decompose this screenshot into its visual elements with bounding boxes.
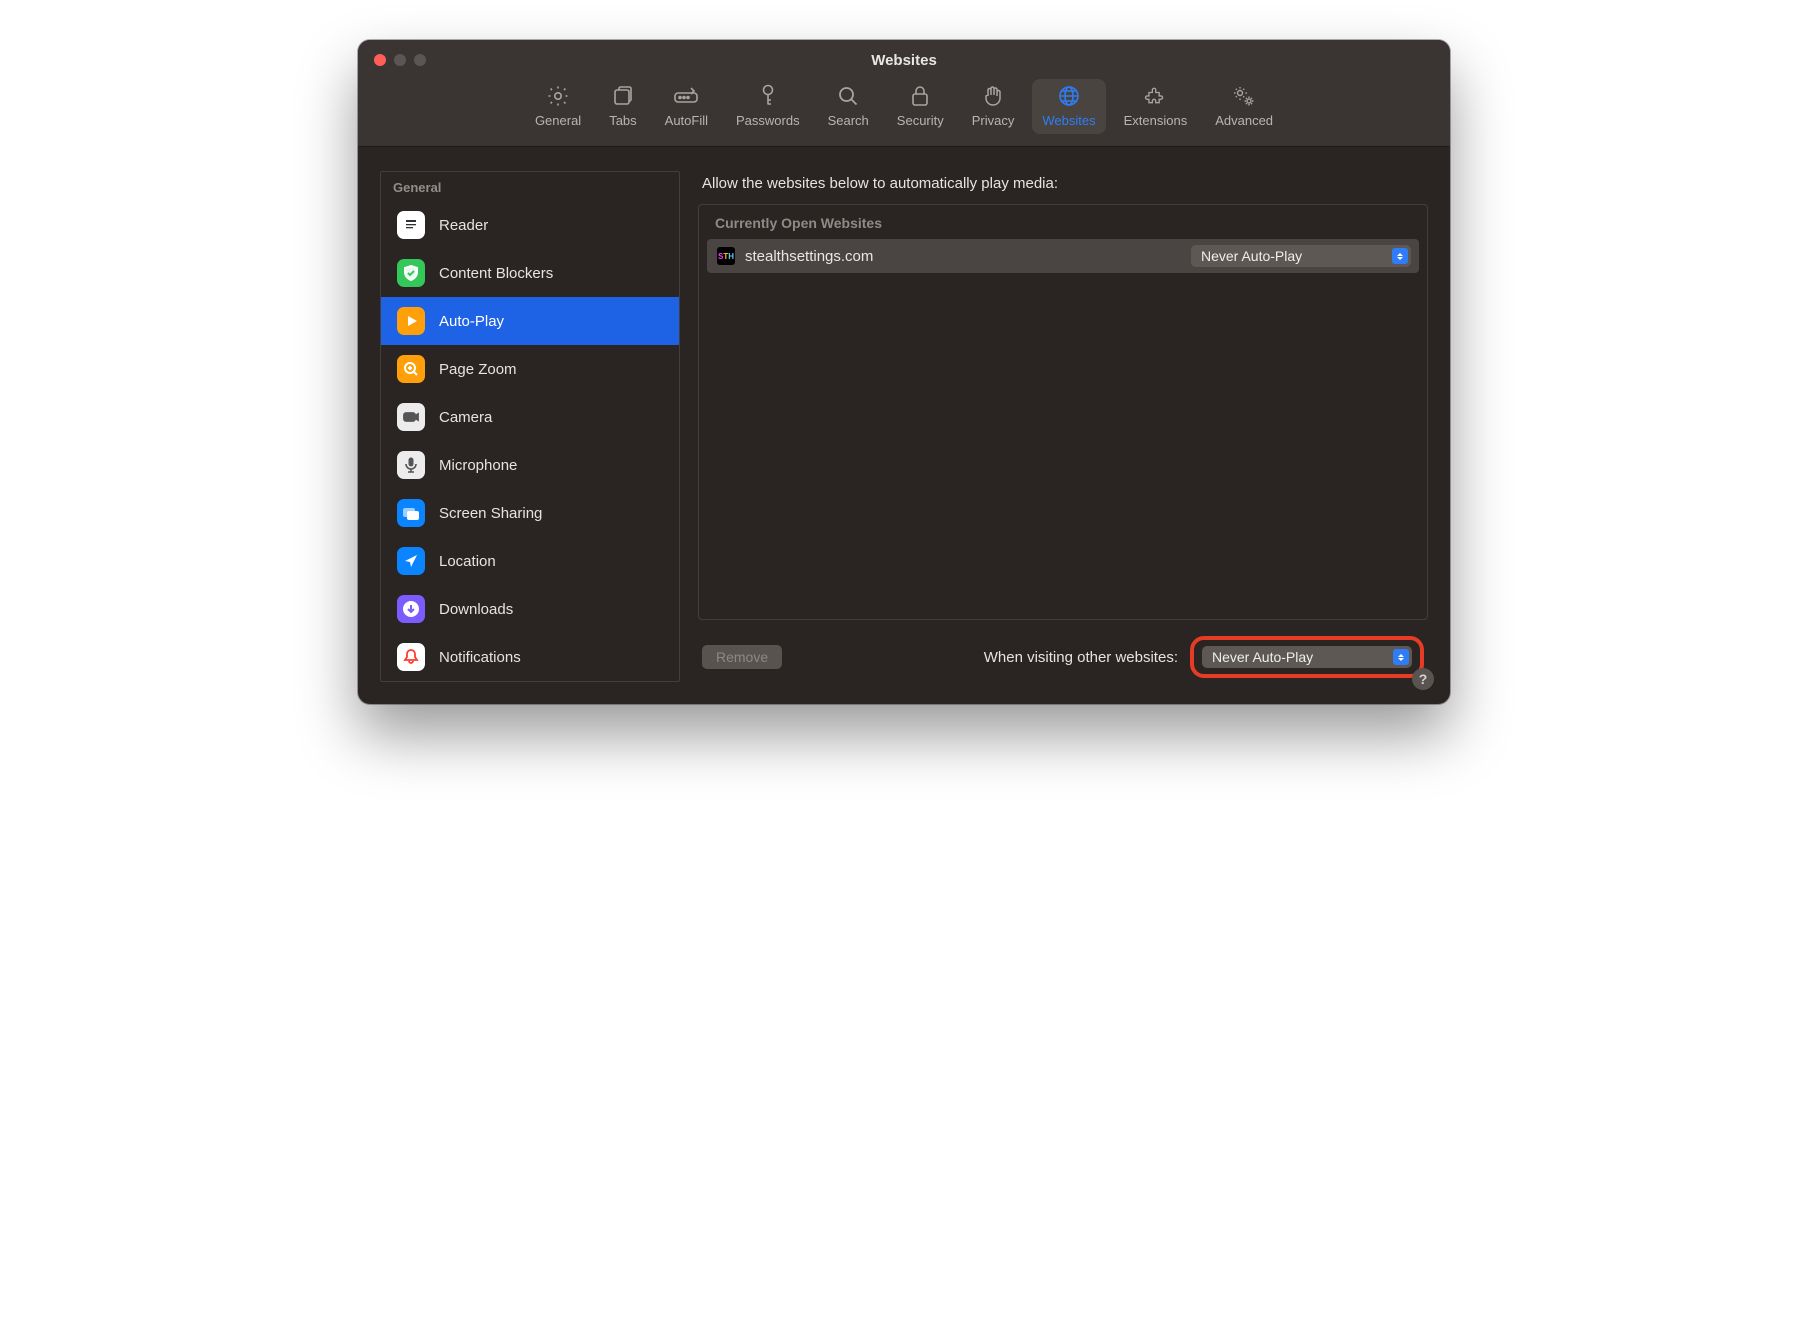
sidebar-item-screen-sharing[interactable]: Screen Sharing bbox=[381, 489, 679, 537]
sidebar-item-label: Microphone bbox=[439, 457, 517, 474]
chevron-updown-icon bbox=[1393, 649, 1409, 665]
main-description: Allow the websites below to automaticall… bbox=[698, 171, 1428, 204]
site-policy-select[interactable]: Never Auto-Play bbox=[1191, 245, 1411, 267]
globe-icon bbox=[1056, 83, 1082, 109]
website-row[interactable]: STH stealthsettings.com Never Auto-Play bbox=[707, 239, 1419, 273]
tab-label: Advanced bbox=[1215, 113, 1273, 128]
help-button[interactable]: ? bbox=[1412, 668, 1434, 690]
close-window-button[interactable] bbox=[374, 54, 386, 66]
tab-autofill[interactable]: AutoFill bbox=[655, 79, 718, 134]
key-icon bbox=[755, 83, 781, 109]
sidebar-item-reader[interactable]: Reader bbox=[381, 201, 679, 249]
other-websites-label: When visiting other websites: bbox=[984, 649, 1178, 666]
tab-label: General bbox=[535, 113, 581, 128]
puzzle-icon bbox=[1142, 83, 1168, 109]
sidebar-item-label: Reader bbox=[439, 217, 488, 234]
tab-label: AutoFill bbox=[665, 113, 708, 128]
camera-icon bbox=[397, 403, 425, 431]
sidebar-item-label: Location bbox=[439, 553, 496, 570]
other-websites-value: Never Auto-Play bbox=[1212, 649, 1313, 665]
sidebar: General Reader Content Blockers Auto-Pla… bbox=[380, 171, 680, 682]
tab-search[interactable]: Search bbox=[818, 79, 879, 134]
main-panel: Allow the websites below to automaticall… bbox=[698, 171, 1428, 682]
download-icon bbox=[397, 595, 425, 623]
site-policy-value: Never Auto-Play bbox=[1201, 248, 1302, 264]
site-domain: stealthsettings.com bbox=[745, 248, 1181, 265]
play-icon bbox=[397, 307, 425, 335]
preferences-toolbar: General Tabs AutoFill Passwords bbox=[358, 69, 1450, 146]
sidebar-item-label: Downloads bbox=[439, 601, 513, 618]
sidebar-item-label: Content Blockers bbox=[439, 265, 553, 282]
sidebar-item-location[interactable]: Location bbox=[381, 537, 679, 585]
tab-passwords[interactable]: Passwords bbox=[726, 79, 810, 134]
website-list: Currently Open Websites STH stealthsetti… bbox=[698, 204, 1428, 620]
tab-security[interactable]: Security bbox=[887, 79, 954, 134]
zoom-window-button[interactable] bbox=[414, 54, 426, 66]
zoom-icon bbox=[397, 355, 425, 383]
tab-label: Websites bbox=[1042, 113, 1095, 128]
tab-label: Extensions bbox=[1124, 113, 1188, 128]
sidebar-item-microphone[interactable]: Microphone bbox=[381, 441, 679, 489]
sidebar-item-label: Auto-Play bbox=[439, 313, 504, 330]
sidebar-item-label: Screen Sharing bbox=[439, 505, 542, 522]
site-favicon: STH bbox=[717, 247, 735, 265]
remove-button[interactable]: Remove bbox=[702, 645, 782, 669]
sidebar-item-content-blockers[interactable]: Content Blockers bbox=[381, 249, 679, 297]
lock-icon bbox=[907, 83, 933, 109]
tab-label: Tabs bbox=[609, 113, 636, 128]
sidebar-item-label: Camera bbox=[439, 409, 492, 426]
magnifier-icon bbox=[835, 83, 861, 109]
preferences-window: Websites General Tabs AutoFill bbox=[358, 40, 1450, 704]
chevron-updown-icon bbox=[1392, 248, 1408, 264]
tab-websites[interactable]: Websites bbox=[1032, 79, 1105, 134]
microphone-icon bbox=[397, 451, 425, 479]
sidebar-item-label: Page Zoom bbox=[439, 361, 517, 378]
highlight-callout: Never Auto-Play bbox=[1190, 636, 1424, 678]
gears-icon bbox=[1231, 83, 1257, 109]
sidebar-item-auto-play[interactable]: Auto-Play bbox=[381, 297, 679, 345]
content-area: General Reader Content Blockers Auto-Pla… bbox=[358, 147, 1450, 704]
sidebar-section-header: General bbox=[381, 172, 679, 201]
sidebar-item-notifications[interactable]: Notifications bbox=[381, 633, 679, 681]
tabs-icon bbox=[610, 83, 636, 109]
tab-extensions[interactable]: Extensions bbox=[1114, 79, 1198, 134]
tab-label: Passwords bbox=[736, 113, 800, 128]
tab-label: Search bbox=[828, 113, 869, 128]
sidebar-item-label: Notifications bbox=[439, 649, 521, 666]
tab-tabs[interactable]: Tabs bbox=[599, 79, 646, 134]
tab-label: Security bbox=[897, 113, 944, 128]
titlebar: Websites General Tabs AutoFill bbox=[358, 40, 1450, 147]
tab-privacy[interactable]: Privacy bbox=[962, 79, 1025, 134]
bell-icon bbox=[397, 643, 425, 671]
list-header: Currently Open Websites bbox=[699, 205, 1427, 239]
sidebar-item-page-zoom[interactable]: Page Zoom bbox=[381, 345, 679, 393]
screens-icon bbox=[397, 499, 425, 527]
gear-icon bbox=[545, 83, 571, 109]
sidebar-item-camera[interactable]: Camera bbox=[381, 393, 679, 441]
window-controls bbox=[358, 40, 442, 66]
other-websites-select[interactable]: Never Auto-Play bbox=[1202, 646, 1412, 668]
reader-icon bbox=[397, 211, 425, 239]
minimize-window-button[interactable] bbox=[394, 54, 406, 66]
tab-label: Privacy bbox=[972, 113, 1015, 128]
hand-icon bbox=[980, 83, 1006, 109]
bottom-controls: Remove When visiting other websites: Nev… bbox=[698, 620, 1428, 682]
window-title: Websites bbox=[358, 40, 1450, 69]
shield-check-icon bbox=[397, 259, 425, 287]
pencil-field-icon bbox=[673, 83, 699, 109]
tab-advanced[interactable]: Advanced bbox=[1205, 79, 1283, 134]
location-arrow-icon bbox=[397, 547, 425, 575]
sidebar-item-downloads[interactable]: Downloads bbox=[381, 585, 679, 633]
tab-general[interactable]: General bbox=[525, 79, 591, 134]
